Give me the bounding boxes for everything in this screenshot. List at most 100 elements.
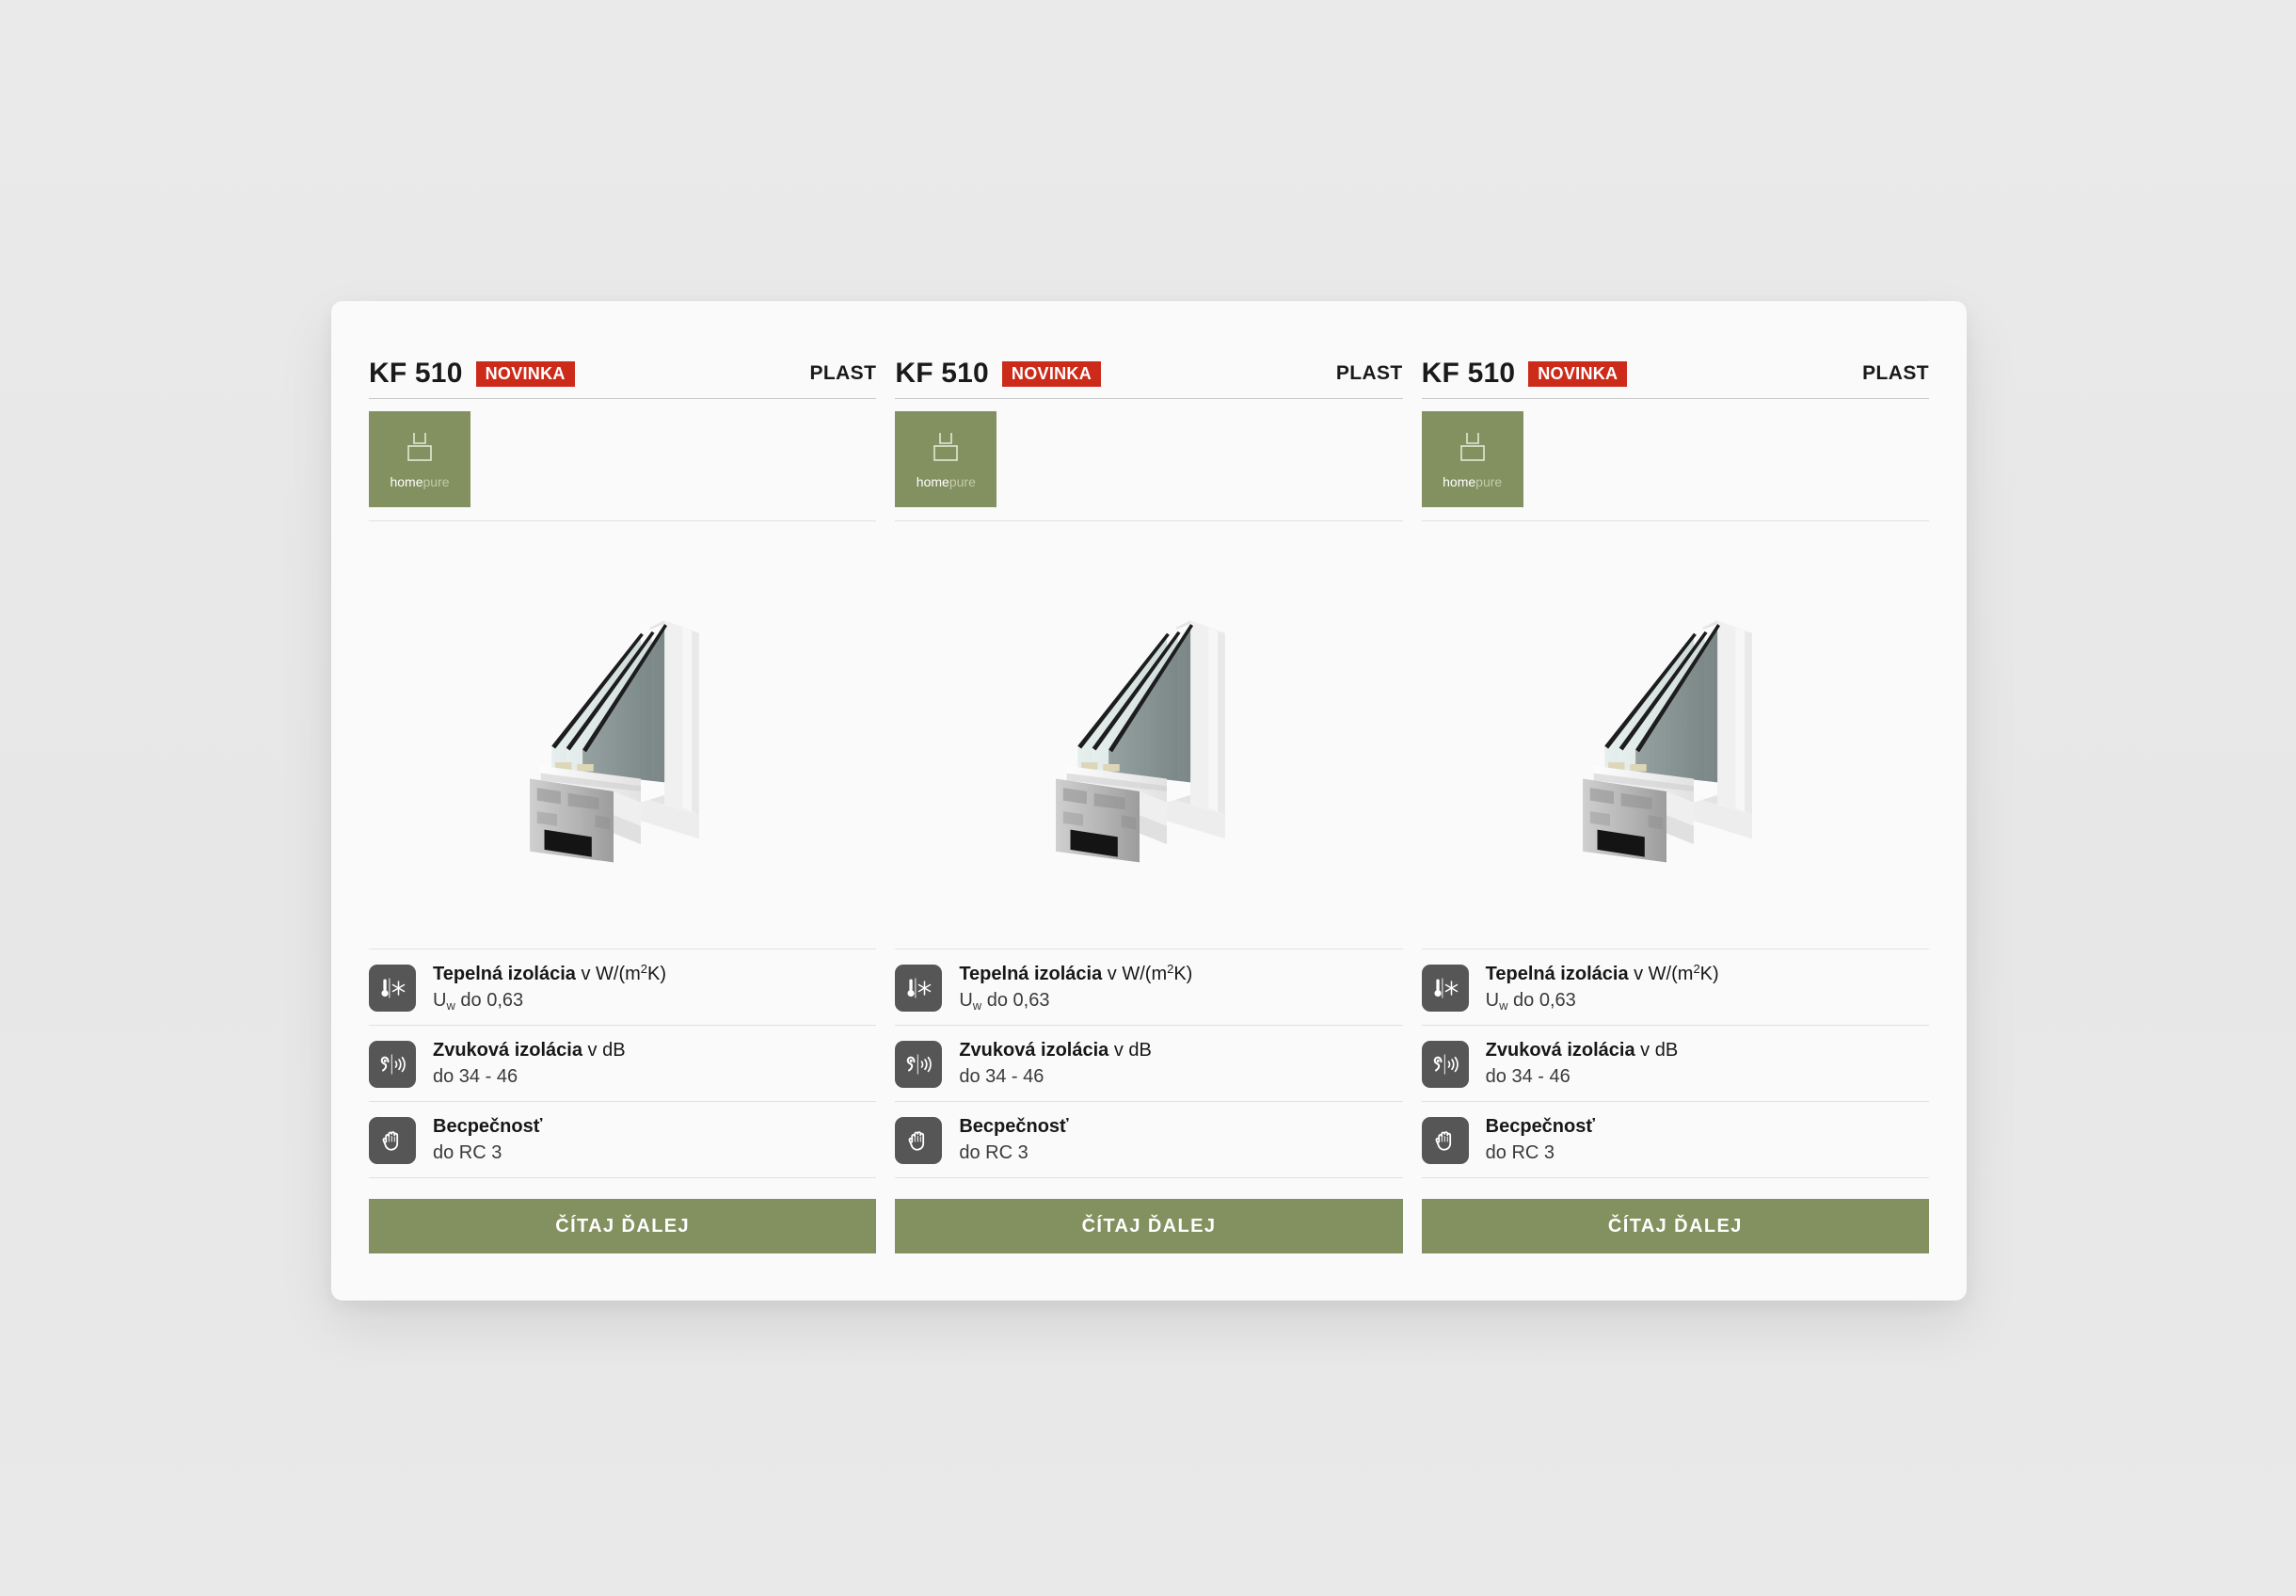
feature-title-strong: Tepelná izolácia [433, 964, 576, 984]
feature-value-subscript: w [972, 998, 982, 1013]
feature-row: Tepelná izolácia v W/(m2K) Uw do 0,63 [895, 950, 1403, 1026]
window-cross-section-illustration [1056, 620, 1226, 863]
feature-value-subscript: w [1499, 998, 1508, 1013]
feature-value-rest: do 0,63 [981, 990, 1050, 1011]
product-card: KF 510 NOVINKA PLAST homepure Tepelná iz… [1421, 358, 1929, 1253]
feature-text: Zvuková izolácia v dB do 34 - 46 [1486, 1039, 1679, 1089]
feature-row: Zvuková izolácia v dB do 34 - 46 [895, 1026, 1403, 1102]
brand-name-secondary: pure [423, 473, 450, 489]
card-header: KF 510 NOVINKA PLAST [369, 358, 877, 399]
feature-title-strong: Zvuková izolácia [433, 1040, 582, 1061]
feature-value-rest: do 0,63 [1507, 990, 1576, 1011]
brand-name-primary: home [1443, 473, 1476, 489]
read-more-button[interactable]: ČÍTAJ ĎALEJ [895, 1199, 1403, 1253]
card-header: KF 510 NOVINKA PLAST [1421, 358, 1929, 399]
open-hand-icon [369, 1116, 416, 1164]
feature-title: Tepelná izolácia v W/(m2K) [433, 962, 667, 986]
feature-title-light: v dB [582, 1040, 626, 1061]
feature-title-light: v W/(m2K) [1628, 962, 1719, 984]
feature-text: Tepelná izolácia v W/(m2K) Uw do 0,63 [959, 962, 1193, 1013]
feature-text: Zvuková izolácia v dB do 34 - 46 [959, 1039, 1152, 1089]
feature-title: Zvuková izolácia v dB [959, 1039, 1152, 1062]
feature-title-strong: Zvuková izolácia [1485, 1040, 1635, 1061]
brand-name-secondary: pure [949, 473, 976, 489]
feature-value-prefix: U [1485, 990, 1500, 1011]
new-badge: NOVINKA [1528, 360, 1628, 387]
window-glyph-icon [1459, 432, 1485, 461]
feature-list: Tepelná izolácia v W/(m2K) Uw do 0,63 Zv… [895, 949, 1403, 1178]
product-comparison-panel: KF 510 NOVINKA PLAST homepure Tepelná iz… [331, 301, 1967, 1301]
read-more-button[interactable]: ČÍTAJ ĎALEJ [369, 1199, 877, 1253]
product-card: KF 510 NOVINKA PLAST homepure Tepelná iz… [895, 358, 1403, 1253]
feature-value: do 34 - 46 [959, 1066, 1044, 1087]
brand-name: homepure [390, 475, 449, 488]
feature-title: Becpečnosť [433, 1115, 542, 1139]
feature-text: Becpečnosť do RC 3 [433, 1115, 542, 1165]
page-background: KF 510 NOVINKA PLAST homepure Tepelná iz… [0, 0, 2296, 1596]
feature-value: do RC 3 [433, 1142, 502, 1163]
thermometer-snowflake-icon [895, 964, 943, 1012]
feature-title-light: v dB [1634, 1040, 1679, 1061]
feature-title-light: v dB [1108, 1040, 1152, 1061]
feature-value: do 34 - 46 [433, 1066, 518, 1087]
feature-value: do RC 3 [1485, 1142, 1555, 1163]
ear-soundwave-icon [895, 1040, 943, 1088]
feature-value-subscript: w [446, 998, 455, 1013]
feature-value-rest: do 0,63 [454, 990, 524, 1011]
feature-title-strong: Becpečnosť [433, 1116, 543, 1137]
product-card: KF 510 NOVINKA PLAST homepure Tepelná iz… [369, 358, 877, 1253]
feature-title: Becpečnosť [959, 1115, 1068, 1139]
open-hand-icon [1421, 1116, 1469, 1164]
feature-text: Tepelná izolácia v W/(m2K) Uw do 0,63 [433, 962, 667, 1013]
feature-title-strong: Tepelná izolácia [959, 964, 1103, 984]
feature-value-prefix: U [433, 990, 447, 1011]
feature-title-strong: Becpečnosť [959, 1116, 1069, 1137]
product-model-name: KF 510 [1421, 358, 1516, 389]
product-card-list: KF 510 NOVINKA PLAST homepure Tepelná iz… [331, 301, 1967, 1301]
feature-title-light: v W/(m2K) [1102, 962, 1193, 984]
feature-title: Tepelná izolácia v W/(m2K) [959, 962, 1193, 986]
material-label: PLAST [809, 362, 877, 384]
feature-text: Zvuková izolácia v dB do 34 - 46 [433, 1039, 626, 1089]
thermometer-snowflake-icon [1421, 964, 1469, 1012]
feature-row: Zvuková izolácia v dB do 34 - 46 [369, 1026, 877, 1102]
product-model-name: KF 510 [895, 358, 989, 389]
brand-name-primary: home [916, 473, 949, 489]
open-hand-icon [895, 1116, 943, 1164]
window-cross-section-illustration [1582, 620, 1752, 863]
feature-text: Becpečnosť do RC 3 [959, 1115, 1068, 1165]
brand-name-secondary: pure [1475, 473, 1503, 489]
feature-row: Tepelná izolácia v W/(m2K) Uw do 0,63 [1421, 950, 1929, 1026]
brand-name: homepure [917, 475, 976, 488]
feature-value: Uw do 0,63 [959, 988, 1192, 1013]
feature-value: do 34 - 46 [1485, 1066, 1571, 1087]
feature-value: Uw do 0,63 [1486, 988, 1719, 1013]
feature-title: Tepelná izolácia v W/(m2K) [1486, 962, 1719, 986]
product-image [1422, 521, 1929, 949]
read-more-button[interactable]: ČÍTAJ ĎALEJ [1421, 1199, 1929, 1253]
product-image [369, 521, 876, 949]
new-badge: NOVINKA [475, 360, 575, 387]
brand-tile-home-pure: homepure [1421, 411, 1523, 507]
feature-text: Tepelná izolácia v W/(m2K) Uw do 0,63 [1486, 962, 1719, 1013]
material-label: PLAST [1862, 362, 1929, 384]
brand-name-primary: home [390, 473, 423, 489]
feature-list: Tepelná izolácia v W/(m2K) Uw do 0,63 Zv… [1421, 949, 1929, 1178]
brand-name: homepure [1443, 475, 1502, 488]
feature-list: Tepelná izolácia v W/(m2K) Uw do 0,63 Zv… [369, 949, 877, 1178]
feature-title: Becpečnosť [1486, 1115, 1595, 1139]
product-model-name: KF 510 [369, 358, 463, 389]
brand-tile-home-pure: homepure [369, 411, 470, 507]
card-header: KF 510 NOVINKA PLAST [895, 358, 1403, 399]
feature-row: Zvuková izolácia v dB do 34 - 46 [1421, 1026, 1929, 1102]
feature-row: Becpečnosť do RC 3 [369, 1102, 877, 1178]
brand-tile-home-pure: homepure [895, 411, 997, 507]
feature-value-prefix: U [959, 990, 973, 1011]
feature-value: Uw do 0,63 [433, 988, 666, 1013]
material-label: PLAST [1335, 362, 1403, 384]
feature-title-light: v W/(m2K) [575, 962, 667, 984]
brand-row: homepure [895, 399, 1403, 521]
feature-value: do RC 3 [959, 1142, 1028, 1163]
ear-soundwave-icon [1421, 1040, 1469, 1088]
window-glyph-icon [407, 432, 432, 461]
